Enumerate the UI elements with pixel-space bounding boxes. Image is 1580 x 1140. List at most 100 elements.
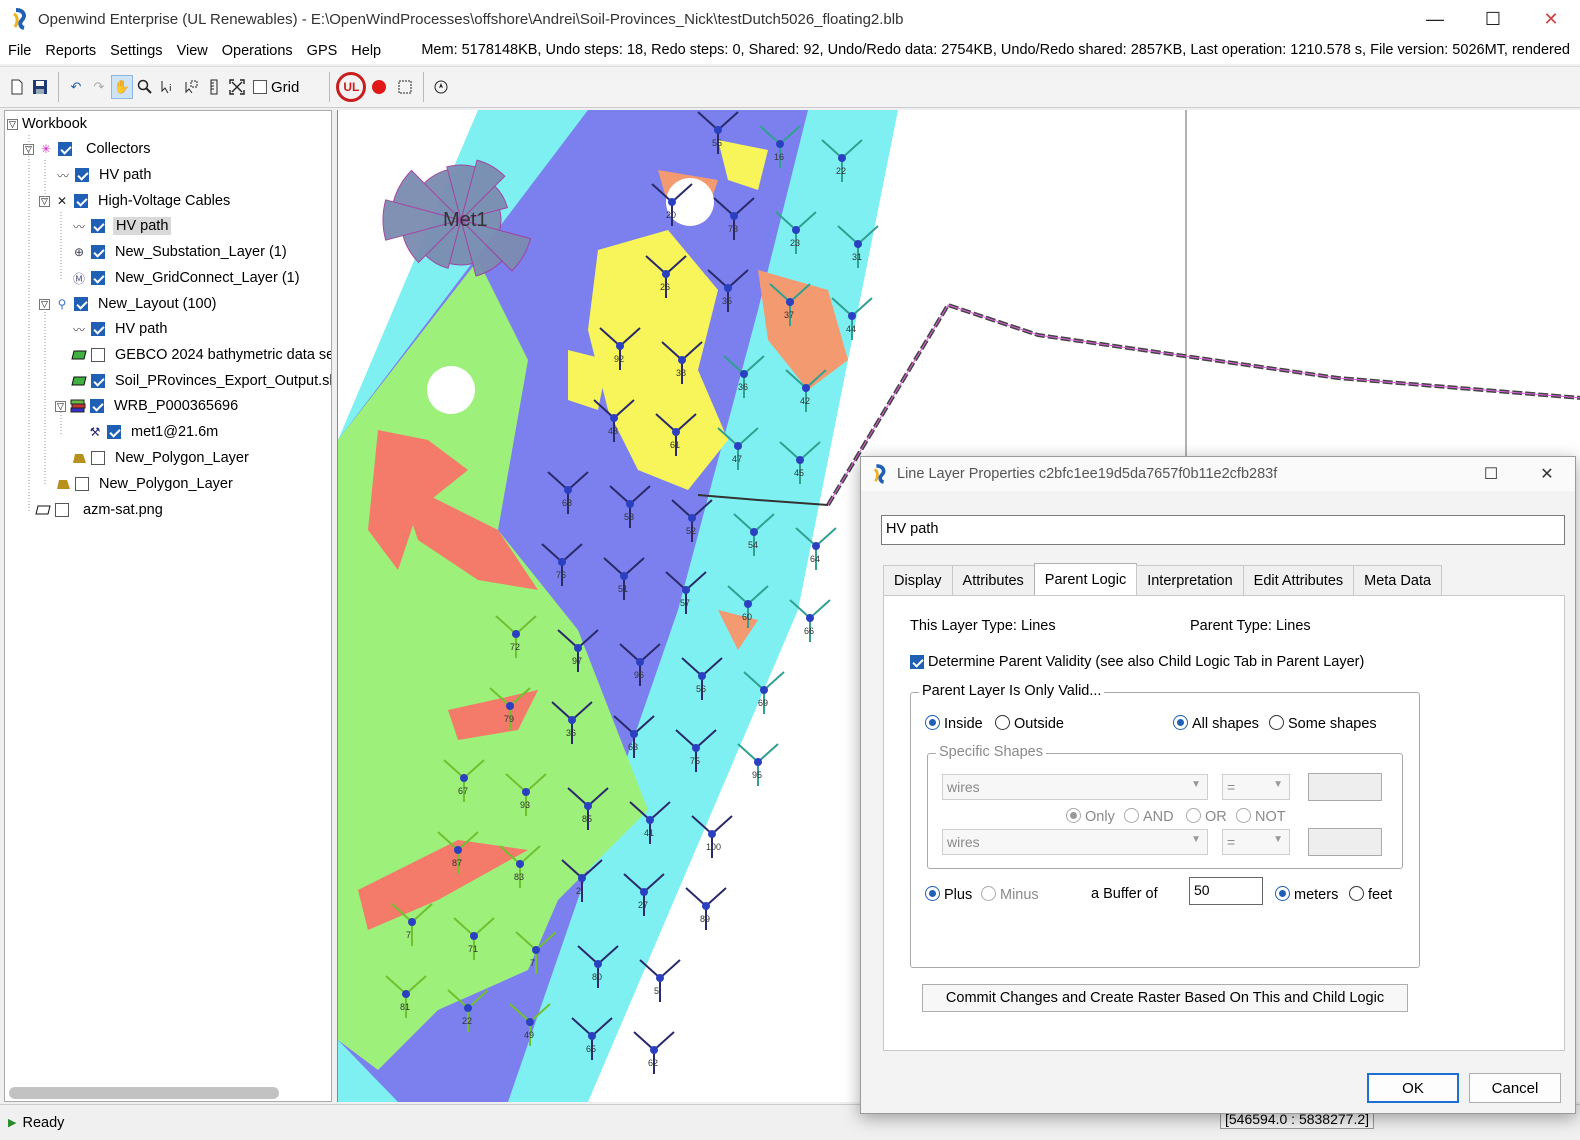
info-select-icon[interactable]: i [157, 75, 179, 99]
turbine-hub [464, 1004, 472, 1012]
turbine-label: 22 [836, 166, 846, 176]
dialog-maximize-button[interactable]: ☐ [1463, 457, 1519, 491]
new-file-icon[interactable] [6, 75, 28, 99]
operator-combo-2[interactable]: = ▼ [1222, 829, 1290, 855]
turbine-hub [734, 442, 742, 450]
value-field-2[interactable] [1308, 828, 1382, 856]
determine-validity-checkbox[interactable]: Determine Parent Validity (see also Chil… [910, 654, 1364, 670]
grid-checkbox-box[interactable] [253, 80, 267, 94]
ok-button[interactable]: OK [1367, 1073, 1459, 1103]
turbine-hub [532, 946, 540, 954]
turbine-hub [760, 686, 768, 694]
dialog-close-button[interactable]: ✕ [1519, 457, 1575, 491]
turbine-hub [620, 572, 628, 580]
menu-gps[interactable]: GPS [300, 43, 345, 59]
shape-attribute-combo-2[interactable]: wires ▼ [942, 829, 1208, 855]
menu-settings[interactable]: Settings [103, 43, 169, 59]
turbine-label: 45 [794, 468, 804, 478]
outside-radio[interactable]: Outside [995, 715, 1064, 732]
redo-icon[interactable]: ↷ [88, 75, 110, 99]
minus-radio[interactable]: Minus [981, 886, 1039, 903]
tab-display[interactable]: Display [883, 565, 953, 595]
turbine-label: 36 [566, 728, 576, 738]
zoom-extents-icon[interactable] [226, 75, 248, 99]
turbine-hub [646, 816, 654, 824]
turbine-hub [692, 744, 700, 752]
turbine-marker[interactable]: 89 [685, 887, 727, 930]
menu-file[interactable]: File [0, 43, 38, 59]
pan-hand-icon[interactable]: ✋ [111, 75, 133, 99]
grid-checkbox[interactable]: Grid [253, 79, 299, 96]
some-shapes-radio[interactable]: Some shapes [1269, 715, 1377, 732]
turbine-label: 87 [452, 858, 462, 868]
layer-name-input[interactable]: HV path [881, 515, 1565, 545]
tree-horizontal-scrollbar[interactable] [9, 1087, 279, 1099]
title-bar: Openwind Enterprise (UL Renewables) - E:… [0, 0, 1580, 38]
operator-combo-1[interactable]: = ▼ [1222, 774, 1290, 800]
not-radio[interactable]: NOT [1236, 808, 1286, 825]
turbine-label: 22 [462, 1016, 472, 1026]
record-icon[interactable] [372, 80, 387, 94]
turbine-hub [682, 586, 690, 594]
turbine-label: 67 [458, 786, 468, 796]
save-icon[interactable] [29, 75, 51, 99]
menu-operations[interactable]: Operations [215, 43, 300, 59]
compass-icon[interactable] [430, 75, 452, 99]
turbine-marker[interactable]: 5 [639, 959, 681, 1002]
inside-radio[interactable]: Inside [925, 715, 983, 732]
turbine-label: 92 [614, 354, 624, 364]
zoom-icon[interactable] [134, 75, 156, 99]
feet-radio[interactable]: feet [1349, 886, 1392, 903]
menu-reports[interactable]: Reports [38, 43, 103, 59]
tab-parent-logic[interactable]: Parent Logic [1033, 563, 1138, 595]
menu-help[interactable]: Help [344, 43, 388, 59]
toolbar: ↶ ↷ ✋ i Grid UL [0, 66, 1580, 108]
turbine-marker[interactable]: 62 [633, 1031, 675, 1074]
commit-button[interactable]: Commit Changes and Create Raster Based O… [922, 984, 1408, 1012]
undo-icon[interactable]: ↶ [65, 75, 87, 99]
tree-item-label: New_Polygon_Layer [115, 450, 249, 466]
shape-attribute-combo-1[interactable]: wires ▼ [942, 774, 1208, 800]
multi-select-icon[interactable] [180, 75, 202, 99]
meters-radio[interactable]: meters [1275, 886, 1338, 903]
menu-view[interactable]: View [170, 43, 215, 59]
turbine-label: 43 [608, 426, 618, 436]
turbine-label: 89 [700, 914, 710, 924]
minimize-button[interactable]: — [1406, 0, 1464, 38]
turbine-hub [744, 600, 752, 608]
turbine-hub [792, 226, 800, 234]
turbine-hub [714, 126, 722, 134]
parent-logic-panel: This Layer Type: Lines Parent Type: Line… [883, 595, 1565, 1051]
measure-icon[interactable] [203, 75, 225, 99]
close-button[interactable]: ✕ [1522, 0, 1580, 38]
and-radio[interactable]: AND [1124, 808, 1174, 825]
or-radio[interactable]: OR [1186, 808, 1227, 825]
select-rect-icon[interactable] [394, 75, 416, 99]
turbine-label: 56 [696, 684, 706, 694]
turbine-hub [678, 356, 686, 364]
tab-interpretation[interactable]: Interpretation [1136, 565, 1244, 595]
maximize-button[interactable]: ☐ [1464, 0, 1522, 38]
buffer-input[interactable]: 50 [1189, 877, 1263, 905]
turbine-hub [558, 558, 566, 566]
value-field-1[interactable] [1308, 773, 1382, 801]
turbine-hub [402, 990, 410, 998]
all-shapes-radio[interactable]: All shapes [1173, 715, 1259, 732]
turbine-hub [610, 414, 618, 422]
determine-validity-box[interactable] [910, 655, 924, 669]
turbine-label: 71 [468, 944, 478, 954]
only-radio[interactable]: Only [1066, 808, 1115, 825]
svg-text:i: i [169, 84, 172, 94]
turbine-hub [454, 846, 462, 854]
turbine-marker[interactable]: 66 [789, 599, 831, 642]
tab-attributes[interactable]: Attributes [951, 565, 1035, 595]
turbine-marker[interactable]: 95 [737, 743, 779, 786]
tab-meta-data[interactable]: Meta Data [1353, 565, 1443, 595]
turbine-label: 27 [638, 900, 648, 910]
turbine-hub [806, 614, 814, 622]
plus-radio[interactable]: Plus [925, 886, 972, 903]
cancel-button[interactable]: Cancel [1469, 1073, 1561, 1103]
ul-logo-icon[interactable]: UL [336, 72, 367, 102]
tab-edit-attributes[interactable]: Edit Attributes [1242, 565, 1355, 595]
turbine-label: 75 [690, 756, 700, 766]
